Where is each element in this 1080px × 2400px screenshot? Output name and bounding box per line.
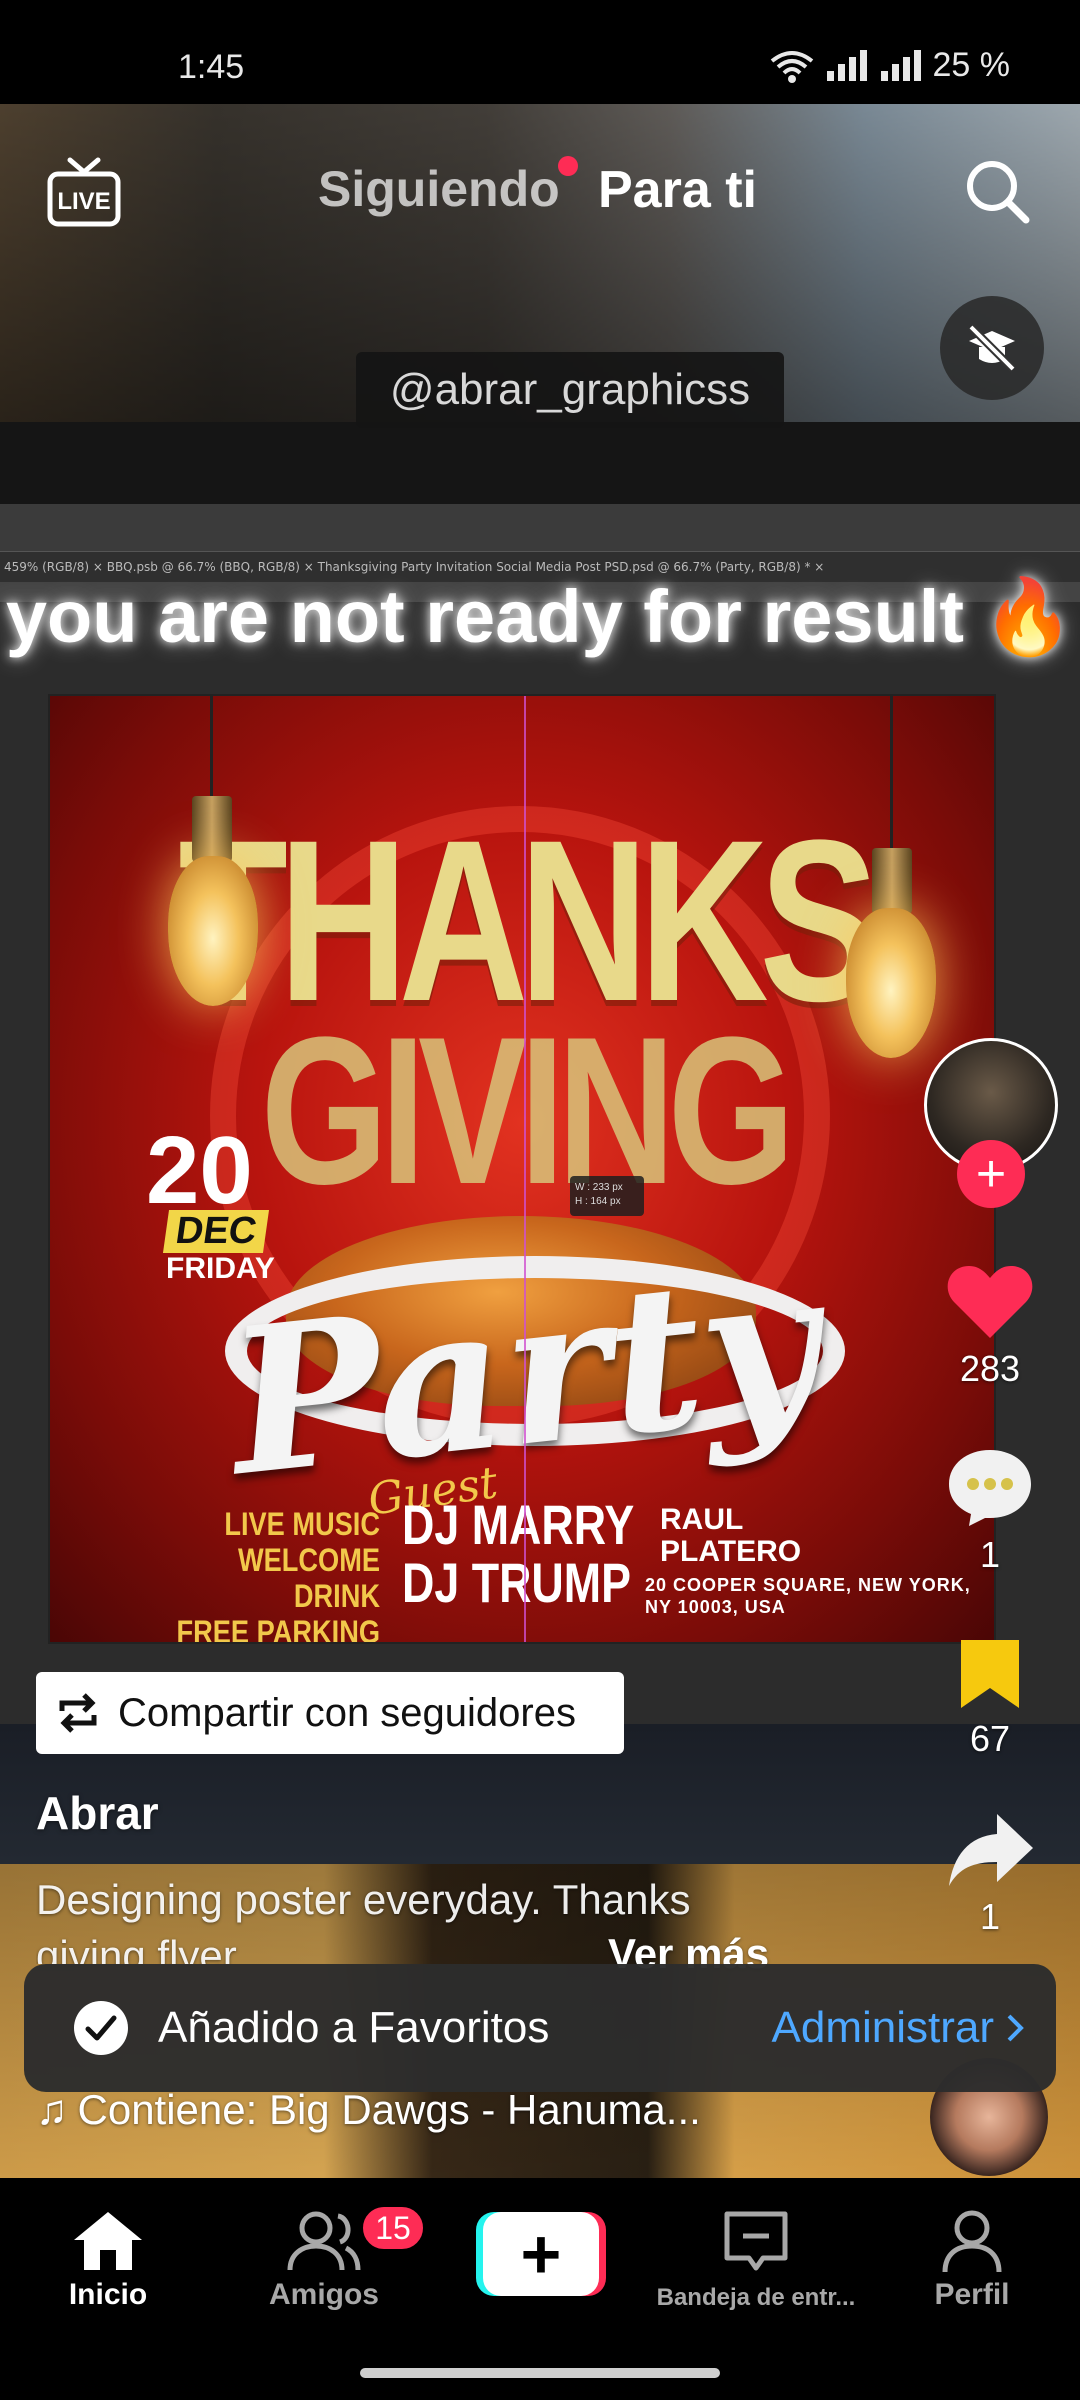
photoshop-guide-line	[524, 696, 526, 1642]
profile-icon	[942, 2210, 1002, 2273]
bulb-right-icon	[846, 908, 936, 1058]
comment-count: 1	[979, 1534, 1001, 1575]
music-note-icon: ♫	[36, 2086, 68, 2133]
video-watermark: @abrar_graphicss	[356, 352, 784, 428]
bulb-cap-left	[192, 796, 232, 862]
poster-brand-2: PLATERO	[660, 1535, 802, 1568]
status-bar: 1:45 25 %	[0, 0, 1080, 104]
music-title: Contiene: Big Dawgs - Hanuma...	[77, 2086, 701, 2133]
bulb-cap-right	[872, 848, 912, 914]
check-circle-icon	[74, 2001, 128, 2055]
friends-icon	[287, 2211, 361, 2271]
manage-label: Administrar	[771, 2003, 995, 2052]
inbox-icon	[724, 2211, 788, 2271]
poster-brand: RAUL PLATERO	[660, 1504, 801, 1568]
battery-level: 25 %	[932, 46, 1011, 84]
search-button[interactable]	[962, 156, 1032, 231]
graduation-cap-off-icon	[968, 324, 1016, 372]
favorite-count: 67	[969, 1718, 1011, 1759]
caption-text: you are not ready for result	[5, 575, 964, 658]
fire-icon: 🔥	[982, 575, 1075, 658]
photoshop-toolbar	[0, 504, 1080, 552]
signal-icon	[826, 49, 867, 81]
nav-home-label: Inicio	[68, 2278, 148, 2311]
signal-icon-2	[880, 49, 921, 81]
video-caption: you are not ready for result 🔥	[0, 574, 1080, 661]
bulb-left-icon	[168, 856, 258, 1006]
video-player[interactable]: 459% (RGB/8) × BBQ.psb @ 66.7% (BBQ, RGB…	[0, 104, 1080, 2178]
nav-inbox[interactable]: Bandeja de entr...	[656, 2208, 856, 2312]
wifi-icon	[770, 50, 813, 83]
bottom-navigation: Inicio Amigos 15 + Bandeja de entr... Pe…	[0, 2178, 1080, 2400]
friends-badge: 15	[360, 2204, 426, 2252]
poster-extra-2: WELCOME DRINK	[237, 1542, 380, 1614]
toast-message: Añadido a Favoritos	[158, 2003, 550, 2052]
poster-extra-1: LIVE MUSIC	[224, 1506, 380, 1542]
poster-address-2: NY 10003, USA	[645, 1597, 786, 1617]
transform-measure-tooltip: W : 233 px H : 164 px	[570, 1176, 644, 1216]
poster-date-day: FRIDAY	[166, 1252, 275, 1285]
search-icon	[967, 161, 1030, 224]
status-time: 1:45	[178, 48, 245, 86]
share-count: 1	[979, 1896, 1001, 1937]
hide-ui-button[interactable]	[940, 296, 1044, 400]
tab-for-you[interactable]: Para ti	[598, 160, 757, 220]
share-arrow-icon	[949, 1814, 1033, 1886]
comment-icon	[949, 1450, 1031, 1526]
music-label[interactable]: ♫ Contiene: Big Dawgs - Hanuma...	[36, 2086, 701, 2134]
live-tv-icon: LIVE	[47, 157, 121, 227]
comment-button[interactable]: 1	[930, 1446, 1050, 1576]
poster-address: 20 COOPER SQUARE, NEW YORK, NY 10003, US…	[645, 1574, 971, 1618]
status-icons: 25 %	[769, 46, 1011, 85]
poster-design: THANKS GIVING 20 DEC FRIDAY Party W : 23…	[48, 694, 996, 1644]
favorite-button[interactable]: 67	[930, 1636, 1050, 1760]
follow-button[interactable]: +	[957, 1140, 1025, 1208]
home-indicator[interactable]	[360, 2368, 720, 2378]
nav-friends[interactable]: Amigos 15	[224, 2204, 426, 2312]
poster-address-1: 20 COOPER SQUARE, NEW YORK,	[645, 1575, 971, 1595]
nav-friends-label: Amigos	[268, 2278, 379, 2311]
share-button[interactable]: 1	[930, 1810, 1050, 1938]
manage-favorites-link[interactable]: Administrar	[772, 2003, 1025, 2053]
poster-dj-1: DJ MARRY	[402, 1493, 635, 1556]
create-button[interactable]: +	[476, 2212, 606, 2296]
plus-icon: +	[975, 1145, 1007, 1203]
poster-djs: DJ MARRY DJ TRUMP	[402, 1496, 634, 1612]
like-count: 283	[959, 1348, 1021, 1389]
nav-inbox-label: Bandeja de entr...	[656, 2284, 856, 2311]
live-label: LIVE	[57, 188, 110, 215]
measure-height: H : 164 px	[575, 1196, 621, 1207]
poster-extra-3: FREE PARKING	[176, 1614, 380, 1644]
nav-profile-label: Perfil	[934, 2278, 1010, 2311]
nav-profile[interactable]: Perfil	[872, 2208, 1072, 2312]
bookmark-icon	[961, 1640, 1019, 1708]
poster-date-month: DEC	[162, 1210, 270, 1253]
like-button[interactable]: 283	[930, 1262, 1050, 1390]
heart-icon	[947, 1266, 1033, 1338]
nav-home[interactable]: Inicio	[8, 2208, 208, 2312]
favorites-toast: Añadido a Favoritos Administrar	[24, 1964, 1056, 2092]
poster-brand-1: RAUL	[660, 1503, 744, 1536]
live-button[interactable]: LIVE	[46, 154, 122, 235]
bulb-wire-left	[210, 696, 213, 806]
share-chip-label: Compartir con seguidores	[118, 1690, 576, 1735]
bulb-wire-right	[890, 696, 893, 856]
notification-dot	[558, 156, 578, 176]
home-icon	[74, 2212, 142, 2270]
tab-following[interactable]: Siguiendo	[318, 160, 560, 218]
plus-icon: +	[483, 2212, 599, 2296]
share-with-followers-chip[interactable]: Compartir con seguidores	[36, 1672, 624, 1754]
poster-extras: LIVE MUSIC WELCOME DRINK FREE PARKING	[176, 1506, 380, 1644]
poster-dj-2: DJ TRUMP	[402, 1551, 631, 1614]
author-name[interactable]: Abrar	[36, 1786, 159, 1840]
repost-icon	[59, 1693, 97, 1733]
chevron-right-icon	[1007, 2014, 1024, 2042]
measure-width: W : 233 px	[575, 1182, 623, 1193]
